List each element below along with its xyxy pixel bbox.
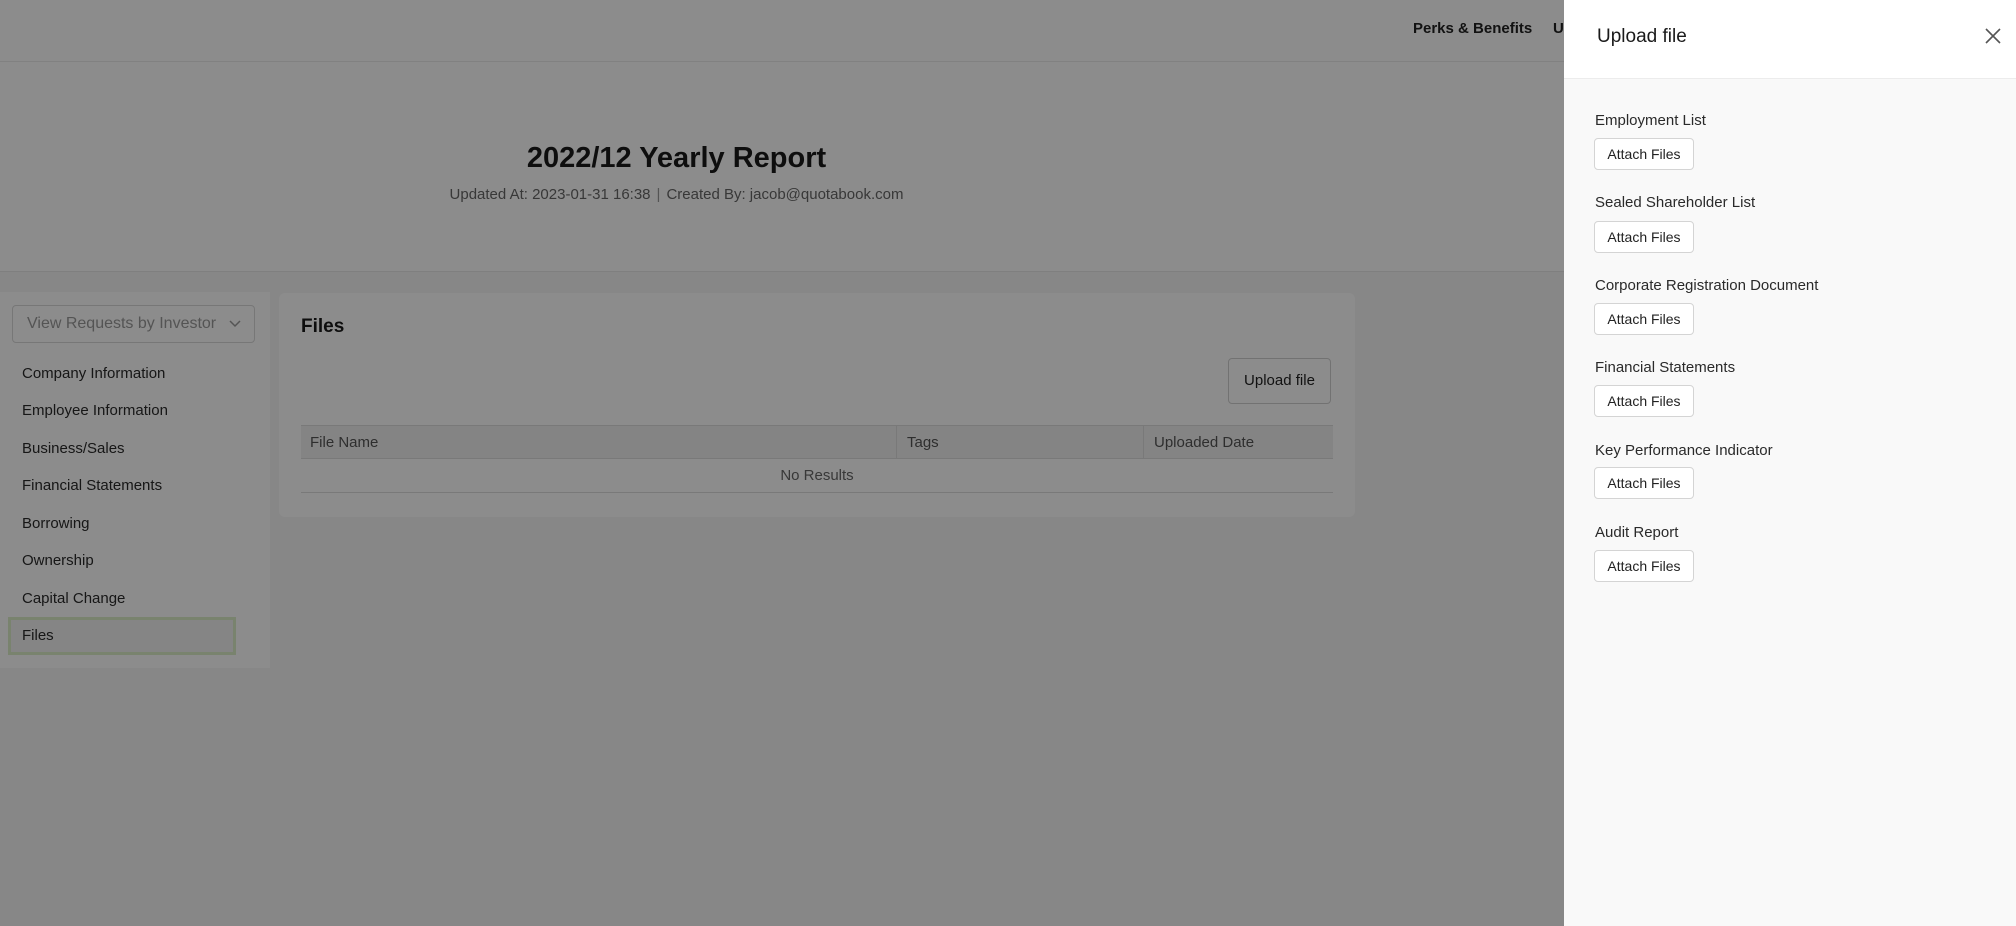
field-label-audit-report: Audit Report (1595, 524, 1679, 541)
attach-files-button-financial-statements[interactable]: Attach Files (1594, 385, 1694, 417)
field-label-key-performance-indicator: Key Performance Indicator (1595, 442, 1773, 459)
field-label-corporate-registration-document: Corporate Registration Document (1595, 277, 1819, 294)
field-label-sealed-shareholder-list: Sealed Shareholder List (1595, 194, 1756, 211)
attach-files-button-sealed-shareholder-list[interactable]: Attach Files (1594, 221, 1694, 253)
modal-overlay[interactable] (0, 0, 1564, 926)
drawer-header: Upload file (1564, 0, 2016, 79)
upload-file-drawer: Upload file Employment List Attach Files… (1564, 0, 2016, 926)
field-label-employment-list: Employment List (1595, 112, 1706, 129)
attach-files-button-employment-list[interactable]: Attach Files (1594, 138, 1694, 170)
attach-files-button-key-performance-indicator[interactable]: Attach Files (1594, 467, 1694, 499)
attach-files-button-corporate-registration-document[interactable]: Attach Files (1594, 303, 1694, 335)
close-icon[interactable] (1981, 24, 2005, 48)
drawer-title: Upload file (1597, 26, 1687, 47)
field-label-financial-statements: Financial Statements (1595, 359, 1736, 376)
attach-files-button-audit-report[interactable]: Attach Files (1594, 550, 1694, 582)
